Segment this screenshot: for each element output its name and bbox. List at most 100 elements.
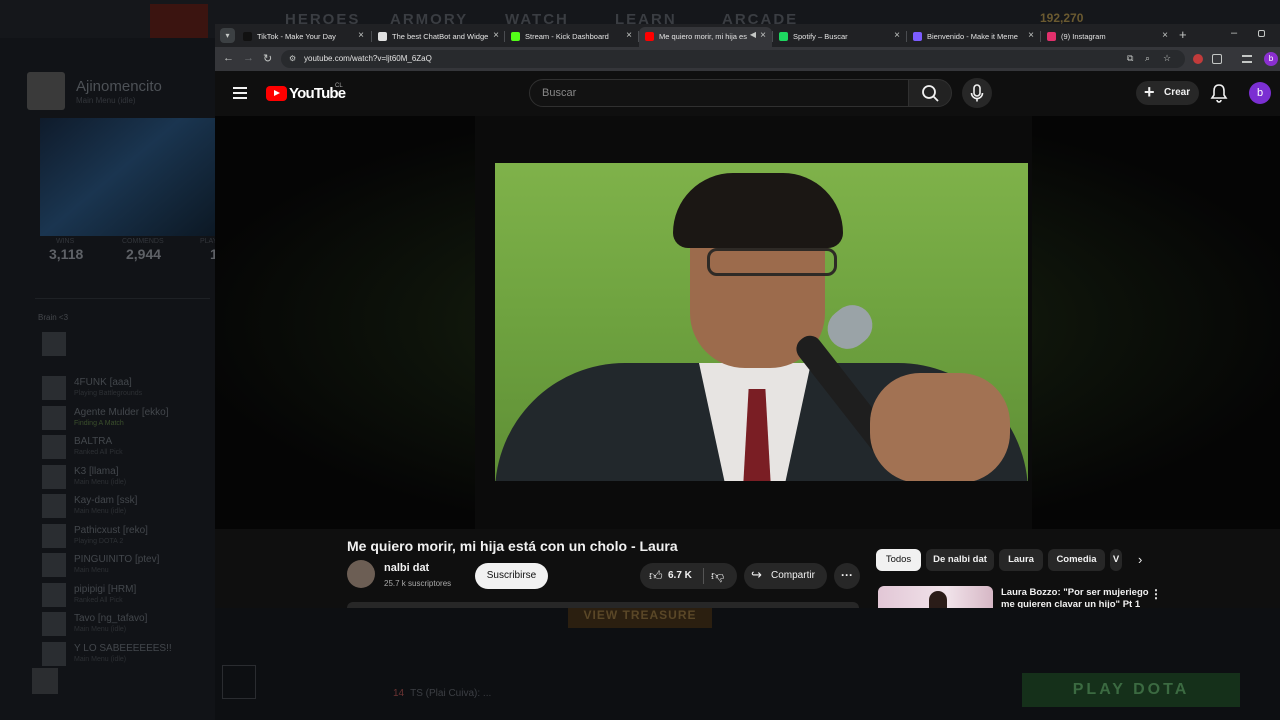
share-label: Compartir [771,570,815,581]
dota-hero-art [40,118,215,236]
dota-friend-status: Ranked All Pick [74,596,123,604]
reload-icon[interactable]: ↻ [263,52,272,65]
dota-friend-row[interactable]: PINGUINITO [ptev] Main Menu [42,553,214,579]
browser-tab[interactable]: (9) Instagram × [1041,27,1174,47]
more-actions-icon[interactable]: ··· [834,563,860,589]
tab-close-icon[interactable]: × [358,30,364,41]
chip-laura[interactable]: Laura [999,549,1043,571]
search-button[interactable] [908,79,952,107]
extension-icon[interactable] [1193,54,1203,64]
dota-guild-icon[interactable] [222,665,256,699]
youtube-page: YouTube CL Buscar + Crear b Me quiero mo… [215,71,1280,608]
video-frame[interactable] [475,116,1032,529]
search-placeholder: Buscar [542,87,577,99]
recommended-title[interactable]: Laura Bozzo: "Por ser mujeriego me quier… [1001,587,1151,608]
dota-friend-row[interactable]: Agente Mulder [ekko] Finding A Match [42,405,214,432]
dota-friend-row[interactable]: Kay-dam [ssk] Main Menu (idle) [42,494,214,520]
tab-close-icon[interactable]: × [894,30,900,41]
media-controls-icon[interactable] [1242,55,1252,63]
dota-chat-avatar[interactable] [32,668,58,694]
browser-tab[interactable]: Stream - Kick Dashboard × [505,27,638,47]
youtube-account-avatar[interactable]: b [1249,82,1271,104]
extensions-puzzle-icon[interactable] [1212,54,1222,64]
dota-friends-search[interactable] [35,285,210,299]
search-input[interactable]: Buscar [529,79,909,107]
forward-icon[interactable]: → [243,52,254,64]
like-dislike-group: 👍︎ 6.7 K 👎︎ [640,563,737,589]
share-icon: ↪ [751,567,762,582]
address-bar[interactable]: ⚙ youtube.com/watch?v=ljt60M_6ZaQ ⧉ ⌕ ☆ [281,50,1185,68]
dota-stat-value: 2,944 [126,246,162,262]
browser-tab[interactable]: Bienvenido - Make it Meme × [907,27,1040,47]
channel-avatar[interactable] [347,560,375,588]
chip-comedia[interactable]: Comedia [1048,549,1105,571]
tab-search-icon[interactable]: ▾ [220,28,235,43]
dota-friend-row[interactable]: Y LO SABEEEEEES!! Main Menu (idle) [42,641,214,668]
tab-close-icon[interactable]: × [1028,30,1034,41]
dota-profile-avatar[interactable] [27,72,65,110]
dota-friend-row[interactable]: BALTRA Ranked All Pick [42,435,214,461]
play-dota-button[interactable]: PLAY DOTA [1022,673,1240,707]
channel-name[interactable]: nalbi dat [384,562,429,574]
dota-friend-avatar [42,612,66,636]
hamburger-menu-icon[interactable] [233,87,247,102]
dota-friends-tab[interactable]: Brain <3 [38,313,68,322]
like-count[interactable]: 6.7 K [668,570,692,581]
create-label: Crear [1164,87,1191,98]
tab-separator [371,31,372,42]
dota-friend-row[interactable]: Tavo [ng_tafavo] Main Menu (idle) [42,612,214,638]
site-info-icon[interactable]: ⚙ [289,54,296,63]
channel-subscriber-count: 25.7 k suscriptores [384,579,452,588]
microphone-icon [970,84,984,102]
country-code: CL [335,83,343,89]
tab-close-icon[interactable]: × [626,30,632,41]
tab-close-icon[interactable]: × [760,30,766,41]
install-app-icon[interactable]: ⧉ [1127,53,1133,64]
video-player[interactable] [215,116,1280,529]
notifications-bell-icon[interactable] [1210,83,1228,103]
dota-party-slot[interactable] [42,332,66,356]
chip-channel[interactable]: De nalbi dat [926,549,994,571]
browser-tab[interactable]: Me quiero morir, mi hija es... ◀ × [639,27,772,47]
tab-close-icon[interactable]: × [493,30,499,41]
tab-separator [638,31,639,42]
dota-friend-row[interactable]: 4FUNK [aaa] Playing Battlegrounds [42,376,214,402]
dota-friend-status: Main Menu [74,567,109,574]
bookmark-star-icon[interactable]: ☆ [1163,53,1171,64]
chevron-right-icon[interactable]: › [1138,552,1142,567]
browser-tab[interactable]: The best ChatBot and Widgets × [372,27,505,47]
dota-coins: 192,270 [1040,11,1084,25]
dota-friend-row[interactable]: K3 [llama] Main Menu (idle) [42,464,214,491]
minimize-icon[interactable]: – [1231,27,1237,39]
like-icon[interactable]: 👍︎ [649,568,663,584]
chip-all[interactable]: Todos [876,549,921,571]
browser-tab[interactable]: Spotify – Buscar × [773,27,906,47]
tab-title: TikTok - Make Your Day [257,32,336,41]
recommended-thumbnail[interactable] [878,586,993,608]
dota-friend-avatar [42,582,66,607]
dota-friend-avatar [42,553,66,577]
dota-friend-row[interactable]: Pathicxust [reko] Playing DOTA 2 [42,523,214,550]
description-box[interactable] [347,602,859,608]
tab-audio-icon[interactable]: ◀ [750,30,756,39]
youtube-logo-icon[interactable] [266,86,287,101]
dislike-icon[interactable]: 👎︎ [711,568,724,584]
tab-favicon-icon [913,32,922,41]
browser-tab[interactable]: TikTok - Make Your Day × [237,27,370,47]
create-button[interactable]: + Crear [1136,81,1199,105]
zoom-icon[interactable]: ⌕ [1145,53,1150,64]
recommended-more-icon[interactable]: ⋮ [1150,587,1162,601]
subscribe-button[interactable]: Suscribirse [475,563,548,589]
tab-close-icon[interactable]: × [1162,30,1168,41]
dota-friend-status: Playing Battlegrounds [74,390,143,397]
browser-profile-icon[interactable]: b [1264,52,1278,66]
voice-search-button[interactable] [962,78,992,108]
video-hair [673,173,843,248]
chip-partial[interactable]: V [1110,549,1122,571]
url-text[interactable]: youtube.com/watch?v=ljt60M_6ZaQ [304,54,432,63]
new-tab-icon[interactable]: + [1179,27,1187,42]
maximize-icon[interactable] [1258,30,1265,37]
share-button[interactable]: ↪ Compartir [744,563,827,589]
dota-friend-row[interactable]: pipipigi [HRM] Ranked All Pick [42,582,214,609]
back-icon[interactable]: ← [223,52,234,64]
